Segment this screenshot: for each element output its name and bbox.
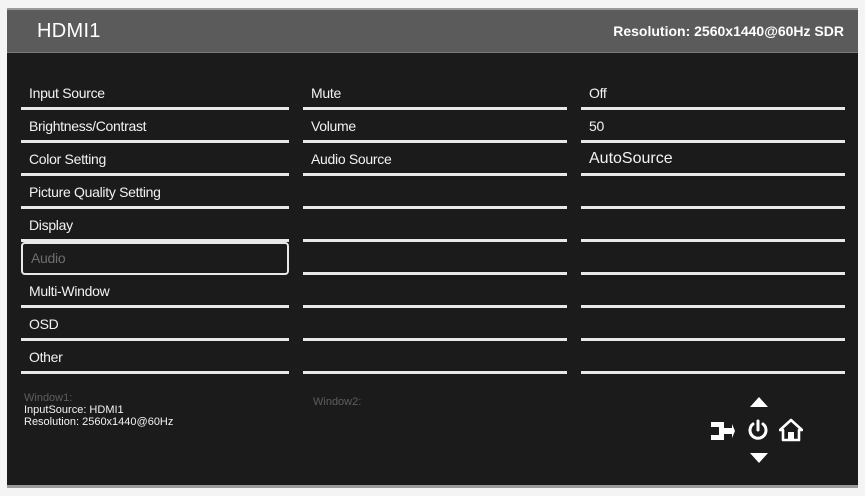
enter-icon[interactable]	[709, 420, 735, 442]
osd-header: HDMI1 Resolution: 2560x1440@60Hz SDR	[7, 10, 858, 53]
window2-label: Window2:	[313, 396, 362, 408]
submenu-item-label: Audio Source	[311, 151, 392, 167]
menu-item-label: Audio	[31, 250, 66, 266]
menu-item-color-setting[interactable]: Color Setting	[21, 143, 289, 176]
submenu-item-label: Volume	[311, 118, 356, 134]
value-label: 50	[589, 118, 604, 134]
value-column: Off 50 AutoSource	[581, 77, 845, 374]
value-empty	[581, 242, 845, 275]
value-empty	[581, 308, 845, 341]
menu-item-osd[interactable]: OSD	[21, 308, 289, 341]
value-label: AutoSource	[589, 150, 673, 167]
submenu-item-empty	[303, 341, 567, 374]
menu-item-input-source[interactable]: Input Source	[21, 77, 289, 110]
submenu-item-empty	[303, 176, 567, 209]
submenu-item-volume[interactable]: Volume	[303, 110, 567, 143]
submenu-item-empty	[303, 308, 567, 341]
menu-item-label: Display	[29, 217, 73, 233]
value-volume[interactable]: 50	[581, 110, 845, 143]
osd-menu: HDMI1 Resolution: 2560x1440@60Hz SDR Inp…	[7, 8, 858, 488]
input-title: HDMI1	[37, 20, 101, 42]
arrow-up-icon[interactable]	[749, 396, 769, 408]
nav-controls	[707, 392, 807, 472]
submenu-item-empty	[303, 275, 567, 308]
submenu-item-mute[interactable]: Mute	[303, 77, 567, 110]
window1-info: Window1: InputSource: HDMI1 Resolution: …	[24, 392, 173, 428]
arrow-down-icon[interactable]	[749, 452, 769, 464]
main-menu: Input Source Brightness/Contrast Color S…	[21, 77, 289, 374]
submenu-item-label: Mute	[311, 85, 341, 101]
menu-item-picture-quality[interactable]: Picture Quality Setting	[21, 176, 289, 209]
power-icon[interactable]	[746, 418, 770, 442]
menu-item-label: OSD	[29, 316, 59, 332]
value-mute[interactable]: Off	[581, 77, 845, 110]
submenu-item-empty	[303, 209, 567, 242]
sub-menu: Mute Volume Audio Source	[303, 77, 567, 374]
menu-item-other[interactable]: Other	[21, 341, 289, 374]
window1-label: Window1:	[24, 392, 73, 404]
menu-item-multi-window[interactable]: Multi-Window	[21, 275, 289, 308]
window1-input-source: InputSource: HDMI1	[24, 404, 124, 416]
value-empty	[581, 275, 845, 308]
value-empty	[581, 176, 845, 209]
value-label: Off	[589, 85, 607, 101]
home-icon[interactable]	[779, 418, 803, 442]
menu-item-label: Picture Quality Setting	[29, 184, 161, 200]
menu-item-label: Color Setting	[29, 151, 107, 167]
value-empty	[581, 341, 845, 374]
menu-item-audio[interactable]: Audio	[21, 242, 289, 275]
submenu-item-audio-source[interactable]: Audio Source	[303, 143, 567, 176]
resolution-status: Resolution: 2560x1440@60Hz SDR	[613, 23, 844, 39]
submenu-item-empty	[303, 242, 567, 275]
value-empty	[581, 209, 845, 242]
menu-item-label: Brightness/Contrast	[29, 118, 147, 134]
menu-item-display[interactable]: Display	[21, 209, 289, 242]
value-audio-source[interactable]: AutoSource	[581, 143, 845, 176]
window2-info: Window2:	[313, 396, 361, 408]
menu-item-label: Other	[29, 349, 63, 365]
menu-item-brightness-contrast[interactable]: Brightness/Contrast	[21, 110, 289, 143]
menu-item-label: Multi-Window	[29, 283, 110, 299]
menu-item-label: Input Source	[29, 85, 105, 101]
window1-resolution: Resolution: 2560x1440@60Hz	[24, 416, 174, 428]
